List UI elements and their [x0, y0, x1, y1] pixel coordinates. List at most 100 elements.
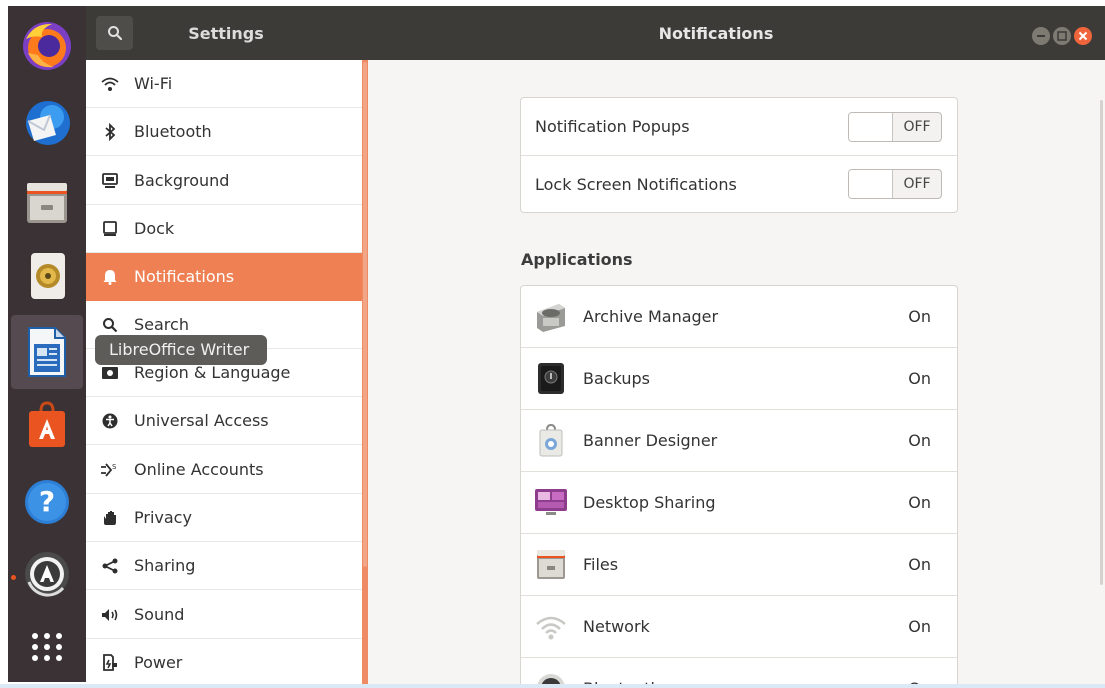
app-state: On [908, 307, 931, 326]
app-row-network[interactable]: Network On [521, 596, 957, 658]
app-state: On [908, 431, 931, 450]
svg-text:S: S [112, 463, 117, 471]
files-icon [537, 550, 565, 579]
dock-app-help[interactable]: ? [19, 474, 75, 530]
rhythmbox-icon [31, 253, 65, 299]
dock-show-applications[interactable] [19, 618, 75, 674]
sidebar-item-label: Online Accounts [134, 460, 264, 479]
dock-app-firefox[interactable] [19, 18, 75, 74]
header-bar: Settings Notifications [86, 6, 1105, 60]
app-row-backups[interactable]: Backups On [521, 348, 957, 410]
sidebar-item-label: Search [134, 315, 189, 334]
desktop-sharing-icon [535, 489, 567, 515]
dock-icon [86, 220, 134, 237]
app-state: On [908, 493, 931, 512]
sidebar-item-label: Wi-Fi [134, 74, 173, 93]
dock-app-rhythmbox[interactable] [19, 248, 75, 304]
sidebar-item-label: Dock [134, 219, 175, 238]
settings-sidebar: Wi-Fi Bluetooth Background Dock Notifica… [86, 60, 366, 688]
switch-state: OFF [903, 118, 931, 135]
sidebar-item-power[interactable]: Power [86, 639, 362, 687]
global-notification-settings: Notification Popups OFF Lock Screen Noti… [520, 97, 958, 213]
sidebar-item-label: Bluetooth [134, 122, 212, 141]
background-icon [86, 172, 134, 189]
running-indicator [11, 575, 16, 580]
sidebar-item-online-accounts[interactable]: S Online Accounts [86, 446, 362, 494]
sidebar-item-label: Notifications [134, 267, 235, 286]
sidebar-item-wifi[interactable]: Wi-Fi [86, 60, 362, 108]
sidebar-item-privacy[interactable]: Privacy [86, 494, 362, 542]
app-row-archive-manager[interactable]: Archive Manager On [521, 286, 957, 348]
close-button[interactable] [1074, 27, 1092, 45]
sidebar-item-notifications[interactable]: Notifications [86, 253, 362, 301]
app-name: Network [583, 617, 650, 636]
switch-knob[interactable] [849, 170, 893, 198]
app-state: On [908, 555, 931, 574]
main-scrollbar[interactable] [1100, 100, 1103, 585]
app-row-banner-designer[interactable]: Banner Designer On [521, 410, 957, 472]
lock-screen-notifications-label: Lock Screen Notifications [535, 174, 737, 194]
power-icon [86, 653, 134, 672]
sidebar-item-sharing[interactable]: Sharing [86, 542, 362, 590]
sidebar-item-label: Region & Language [134, 363, 291, 382]
files-icon [27, 183, 67, 223]
app-row-desktop-sharing[interactable]: Desktop Sharing On [521, 472, 957, 534]
app-name: Banner Designer [583, 431, 718, 450]
firefox-icon [23, 22, 71, 70]
dock: ? [8, 6, 86, 682]
archive-manager-icon [537, 304, 565, 332]
app-name: Archive Manager [583, 307, 719, 326]
close-icon [1078, 31, 1088, 41]
software-updater-icon [25, 552, 69, 597]
lock-screen-notifications-switch[interactable]: OFF [848, 169, 942, 199]
sharing-icon [86, 558, 134, 574]
switch-knob[interactable] [849, 112, 893, 141]
dock-tooltip: LibreOffice Writer [95, 335, 267, 365]
sidebar-item-label: Sharing [134, 556, 196, 575]
app-name: Files [583, 555, 619, 574]
sidebar-item-label: Sound [134, 605, 185, 624]
sidebar-scrollbar[interactable] [363, 62, 367, 567]
dock-app-software[interactable] [19, 397, 75, 453]
applications-list: Archive Manager On Backups On Banner Des… [520, 285, 958, 688]
svg-text:?: ? [39, 485, 55, 518]
dock-app-libreoffice-writer[interactable] [11, 315, 83, 389]
maximize-button[interactable] [1053, 27, 1071, 45]
sidebar-item-label: Background [134, 171, 230, 190]
online-accounts-icon: S [86, 462, 134, 478]
app-row-files[interactable]: Files On [521, 534, 957, 596]
thunderbird-icon [26, 101, 70, 145]
app-state: On [908, 617, 931, 636]
sidebar-item-background[interactable]: Background [86, 157, 362, 205]
window-bottom-edge [0, 684, 1105, 688]
banner-designer-icon [539, 423, 563, 457]
accessibility-icon [86, 413, 134, 429]
sidebar-item-dock[interactable]: Dock [86, 205, 362, 253]
privacy-hand-icon [86, 510, 134, 526]
sidebar-item-universal-access[interactable]: Universal Access [86, 397, 362, 445]
lock-screen-notifications-row[interactable]: Lock Screen Notifications OFF [521, 155, 957, 212]
minimize-button[interactable] [1032, 27, 1050, 45]
sidebar-item-sound[interactable]: Sound [86, 591, 362, 639]
app-title: Settings [188, 24, 264, 43]
app-state: On [908, 369, 931, 388]
region-icon [86, 366, 134, 380]
libreoffice-writer-icon [28, 327, 66, 377]
notifications-panel: Notification Popups OFF Lock Screen Noti… [368, 60, 1105, 688]
dock-app-thunderbird[interactable] [19, 96, 75, 152]
applications-heading: Applications [521, 250, 633, 269]
network-icon [536, 616, 566, 640]
sidebar-item-label: Power [134, 653, 183, 672]
sidebar-item-bluetooth[interactable]: Bluetooth [86, 108, 362, 156]
wifi-icon [86, 76, 134, 92]
speaker-icon [86, 608, 134, 622]
dock-app-software-updater[interactable] [19, 546, 75, 602]
help-icon: ? [25, 480, 69, 524]
dock-app-files[interactable] [19, 174, 75, 230]
search-icon [107, 26, 122, 41]
notification-popups-switch[interactable]: OFF [848, 111, 942, 142]
notification-popups-row[interactable]: Notification Popups OFF [521, 98, 957, 155]
search-icon [86, 317, 134, 333]
search-button[interactable] [96, 16, 133, 50]
notification-popups-label: Notification Popups [535, 117, 690, 136]
